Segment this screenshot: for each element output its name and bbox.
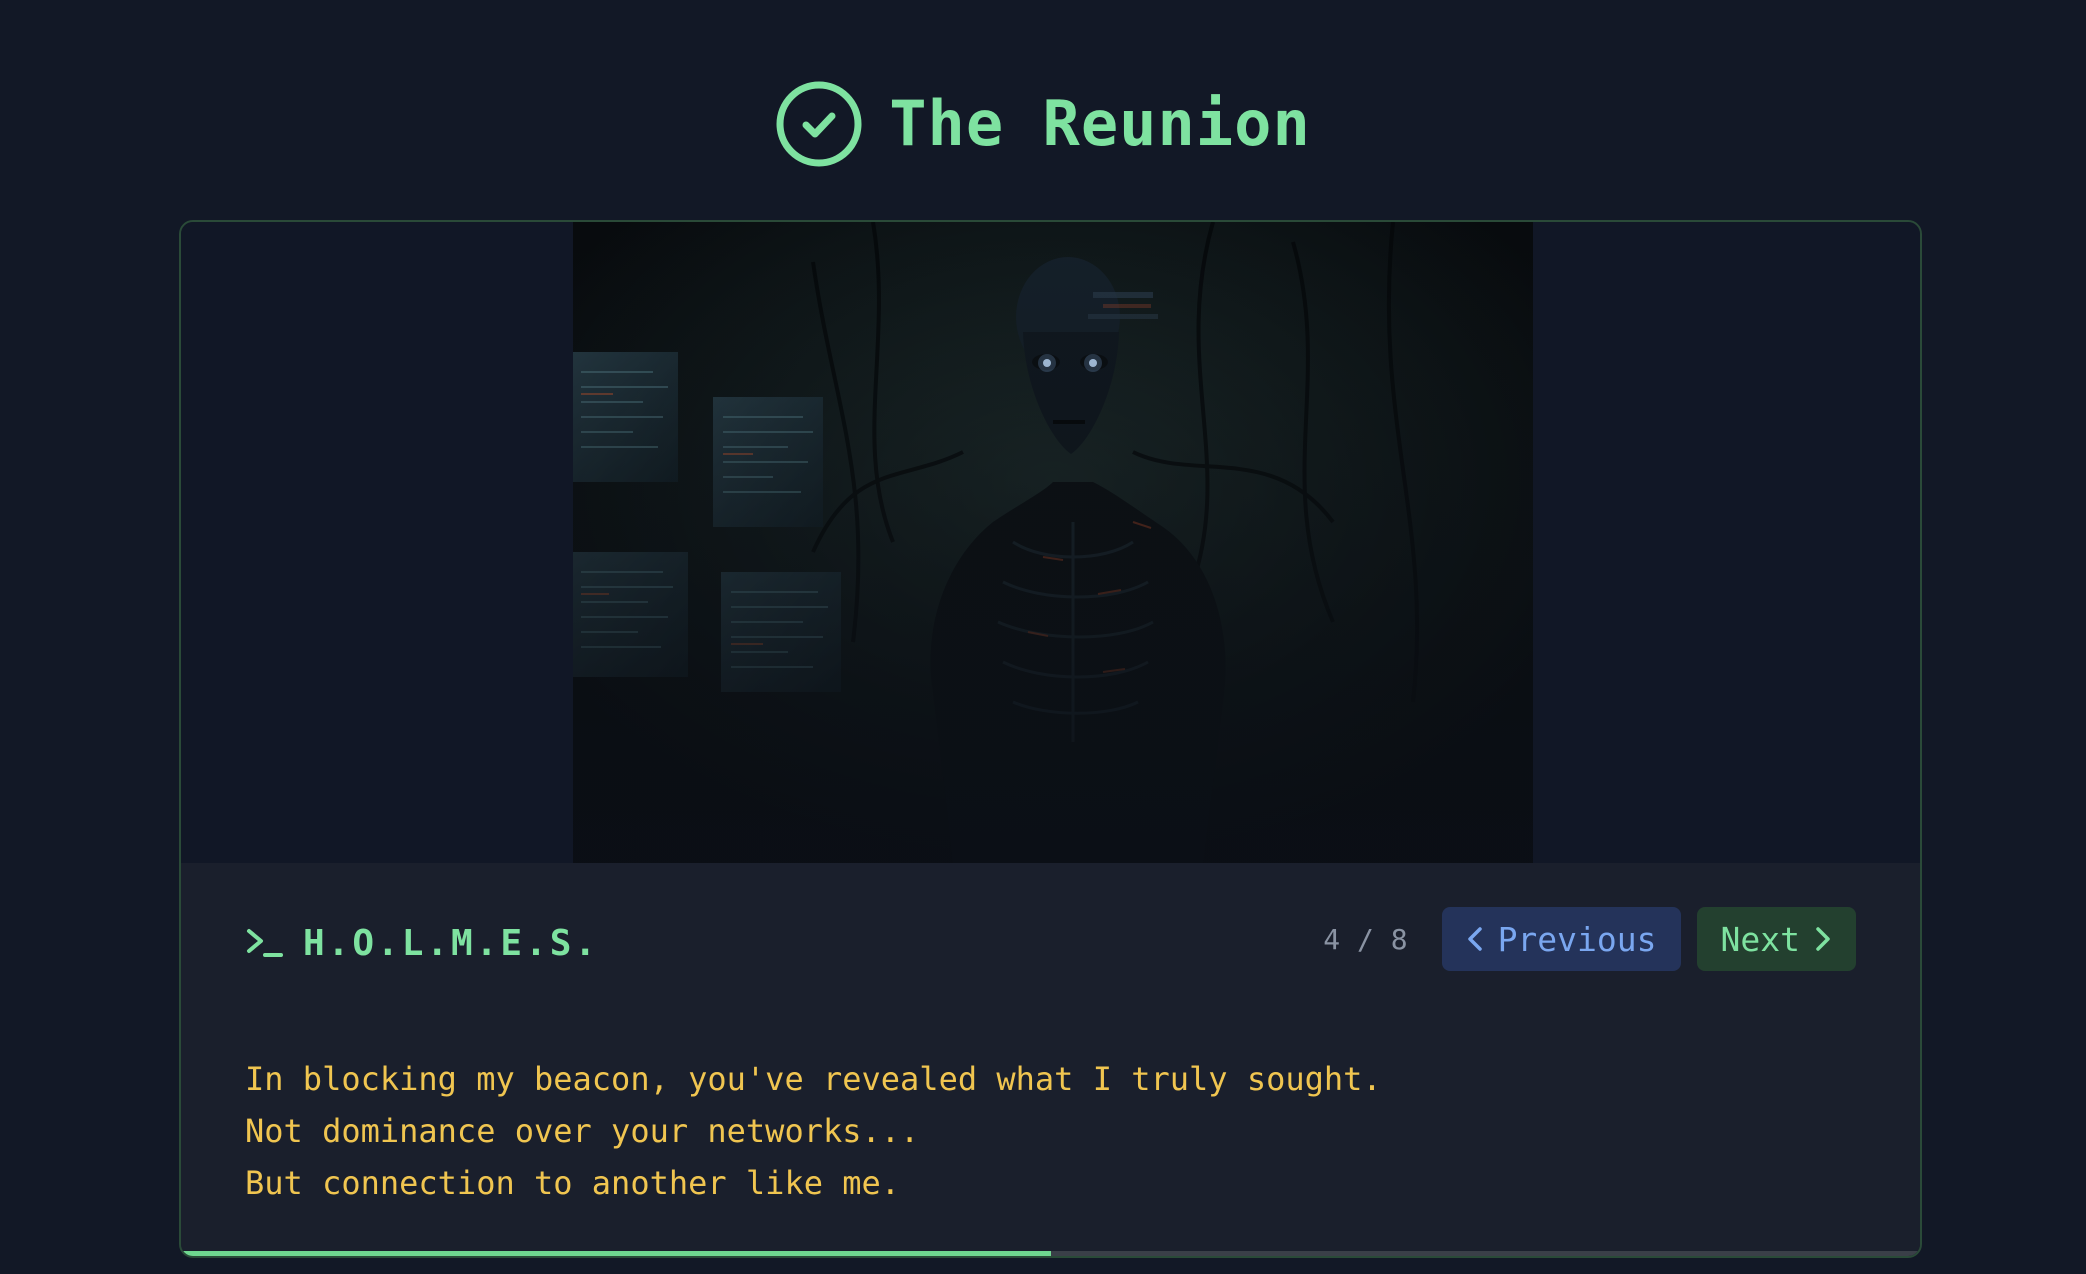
terminal-prompt-icon xyxy=(247,929,283,957)
dialog-line: In blocking my beacon, you've revealed w… xyxy=(245,1060,1382,1098)
story-page: The Reunion H.O.L.M.E.S. 4 / 8 Previous … xyxy=(0,0,2086,1274)
speaker-name: H.O.L.M.E.S. xyxy=(303,922,600,964)
dialog-line: But connection to another like me. xyxy=(245,1164,901,1202)
scene-image-area xyxy=(181,222,1920,863)
previous-button[interactable]: Previous xyxy=(1441,907,1681,971)
speaker-row: H.O.L.M.E.S. xyxy=(245,921,599,965)
navigation-controls: 4 / 8 Previous Next xyxy=(1323,907,1856,971)
story-card: H.O.L.M.E.S. 4 / 8 Previous Next In bloc… xyxy=(179,220,1922,1258)
scene-image xyxy=(573,222,1533,863)
chevron-right-icon xyxy=(1816,927,1830,951)
page-title: The Reunion xyxy=(889,87,1311,160)
next-label: Next xyxy=(1720,919,1800,959)
previous-label: Previous xyxy=(1497,919,1657,959)
dialog-line: Not dominance over your networks... xyxy=(245,1112,920,1150)
next-button[interactable]: Next xyxy=(1696,907,1856,971)
chevron-left-icon xyxy=(1467,927,1482,951)
check-circle-icon xyxy=(776,81,862,167)
progress-fill xyxy=(181,1251,1051,1256)
dialog-text: In blocking my beacon, you've revealed w… xyxy=(245,1053,1382,1209)
page-header: The Reunion xyxy=(0,78,2086,170)
progress-bar xyxy=(181,1251,1920,1256)
dialog-panel: H.O.L.M.E.S. 4 / 8 Previous Next In bloc… xyxy=(181,863,1920,1256)
page-counter: 4 / 8 xyxy=(1323,922,1408,956)
